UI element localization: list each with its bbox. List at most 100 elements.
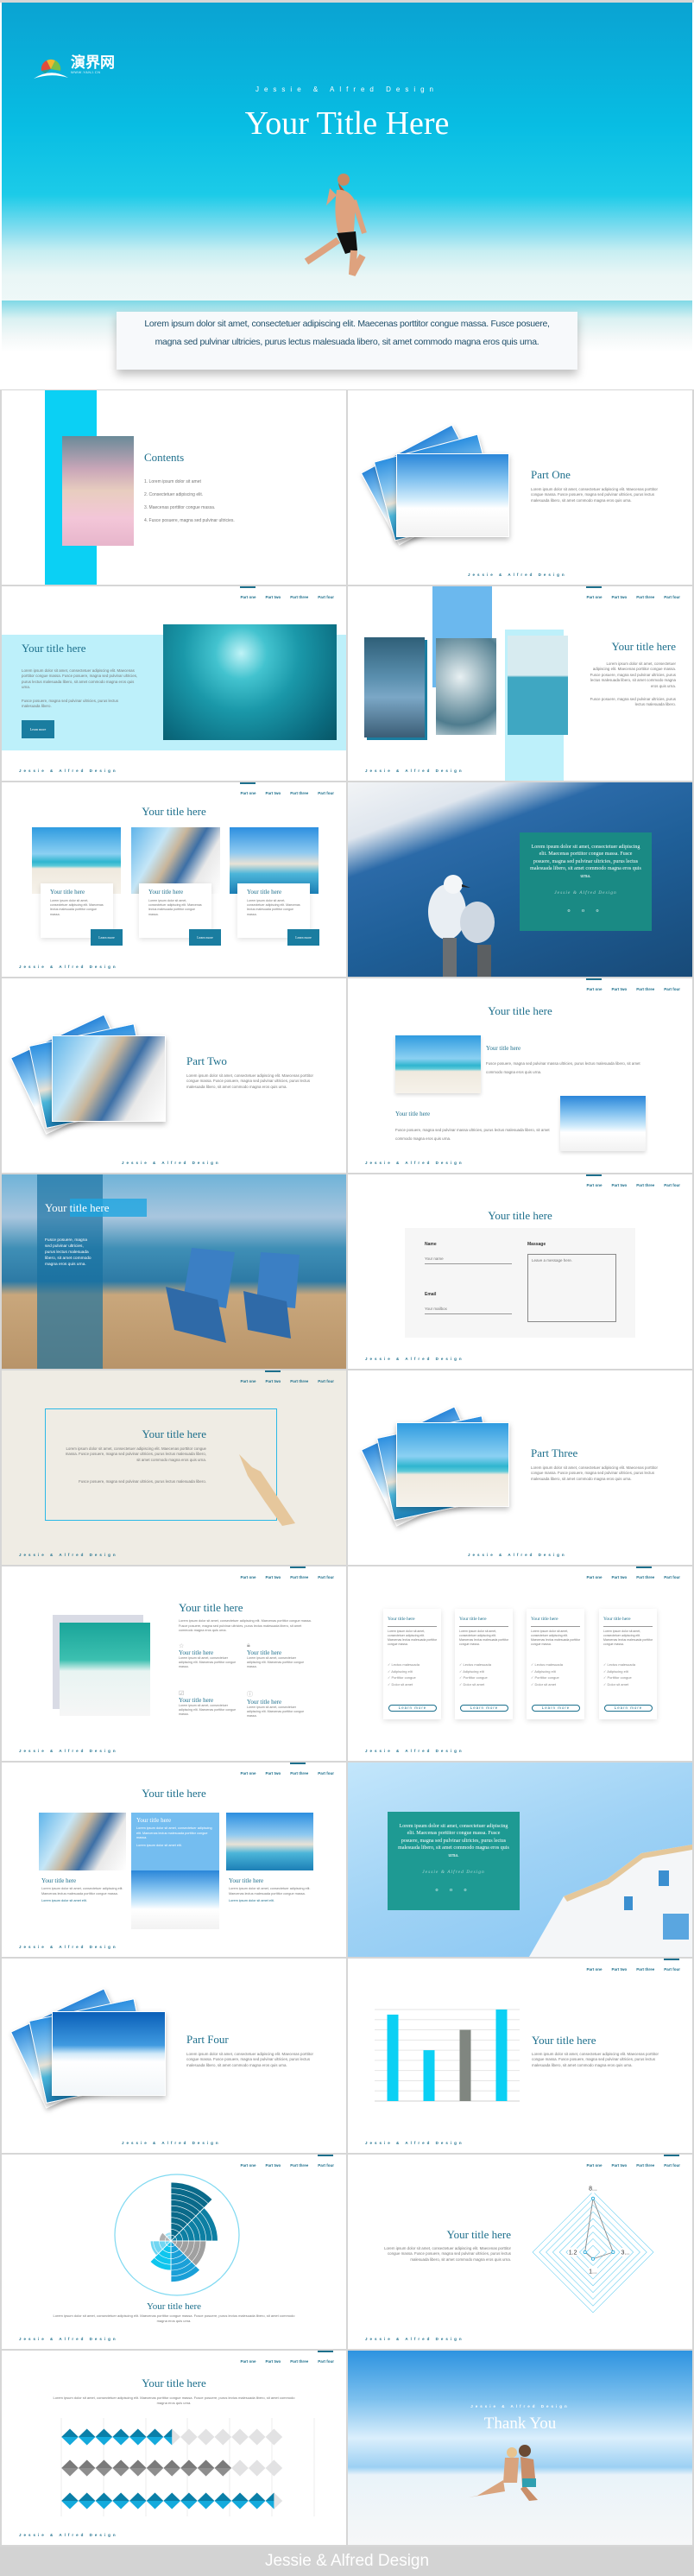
nav-part-three[interactable]: Part three (290, 1566, 308, 1579)
nav-part-one[interactable]: Part one (240, 1575, 256, 1579)
nav-part-two[interactable]: Part two (611, 987, 627, 991)
nav: Part one Part two Part three Part four (586, 586, 680, 599)
contents-item[interactable]: 1. Lorem ipsum dolor sit amet (144, 476, 235, 489)
nav-part-three[interactable]: Part three (636, 1566, 654, 1579)
slide-part-three[interactable]: Part Three Lorem ipsum dolor sit amet, c… (348, 1370, 692, 1565)
slide-seagull-quote[interactable]: Lorem ipsum dolor sit amet, consectetuer… (348, 782, 692, 977)
slide-part-one[interactable]: Part One Lorem ipsum dolor sit amet, con… (348, 390, 692, 585)
learn-more-button[interactable]: Learn more (388, 1705, 437, 1712)
card-link[interactable]: Lorem ipsum dolor sit amet elit. (136, 1844, 214, 1849)
nav-part-one[interactable]: Part one (586, 1575, 602, 1579)
nav-part-one[interactable]: Part one (240, 1379, 256, 1383)
nav-part-four[interactable]: Part four (664, 1183, 680, 1187)
column-text: Your title here Lorem ipsum dolor sit ame… (41, 1877, 123, 1904)
pagination-dots[interactable]: o o o (530, 908, 641, 915)
nav-part-three[interactable]: Part three (290, 1379, 308, 1383)
slide-three-columns[interactable]: Part one Part two Part three Part four Your… (2, 1763, 346, 1957)
slide-four-columns[interactable]: Part one Part two Part three Part four Your… (348, 1566, 692, 1761)
nav-part-two[interactable]: Part two (265, 1575, 281, 1579)
contents-item[interactable]: 4. Fusce posuere, magna sed pulvinar ult… (144, 515, 235, 528)
nav-part-three[interactable]: Part three (290, 595, 308, 599)
slide-part-four[interactable]: Part Four Lorem ipsum dolor sit amet, co… (2, 1959, 346, 2153)
nav-part-three[interactable]: Part three (636, 595, 654, 599)
slide-building-quote[interactable]: Lorem ipsum dolor sit amet, consectetuer… (348, 1763, 692, 1957)
nav-part-four[interactable]: Part four (318, 1379, 334, 1383)
card-title: Your title here (603, 1617, 631, 1622)
thank-you-title: Thank You (483, 2415, 557, 2433)
slide-bar-chart[interactable]: Part one Part two Part three Part four Your… (348, 1959, 692, 2153)
nav-part-one[interactable]: Part one (586, 586, 603, 599)
slide-two-features[interactable]: Part one Part two Part three Part four Your… (348, 978, 692, 1173)
diamond-top (112, 2428, 129, 2437)
nav-part-one[interactable]: Part one (586, 1174, 603, 1187)
feature-item: 🔒︎ Your title here Lorem ipsum sit amet, c… (247, 1642, 309, 1670)
nav-part-two[interactable]: Part two (611, 595, 627, 599)
nav-part-one[interactable]: Part one (240, 1771, 256, 1775)
learn-more-button[interactable]: Learn more (460, 1705, 508, 1712)
slide-three-cards[interactable]: Part one Part two Part three Part four Your… (2, 782, 346, 977)
brand: Jessie & Alfred Design (19, 1553, 118, 1557)
nav-part-three[interactable]: Part three (636, 987, 654, 991)
column-body: Lorem ipsum dolor sit amet, consectetuer… (41, 1887, 123, 1896)
diamond-top (180, 2459, 198, 2468)
nav-part-four[interactable]: Part four (664, 1575, 680, 1579)
slide-polar-chart[interactable]: Part one Part two Part three Part four Your… (2, 2155, 346, 2349)
nav-part-four[interactable]: Part four (318, 791, 334, 795)
nav-part-two[interactable]: Part two (265, 595, 281, 599)
learn-more-button[interactable]: Learn more (287, 929, 319, 946)
slide-beach-chairs[interactable]: Your title here Fusce posuere, magna sed… (2, 1174, 346, 1369)
filled-diamond (95, 2459, 113, 2477)
diamond-bottom (180, 2501, 198, 2510)
message-textarea[interactable] (527, 1254, 616, 1322)
check-item: ✓ Porttitor congue (388, 1675, 416, 1680)
learn-more-button[interactable]: Learn more (604, 1705, 653, 1712)
slide-framed-text[interactable]: Part one Part two Part three Part four Your… (2, 1370, 346, 1565)
part-description: Lorem ipsum dolor sit amet, consectetuer… (186, 2052, 313, 2067)
learn-more-button[interactable]: Learn more (532, 1705, 580, 1712)
contents-item[interactable]: 2. Consectetuer adipiscing elit. (144, 489, 235, 502)
diamond-bottom (129, 2468, 147, 2477)
nav-part-three[interactable]: Part three (290, 1763, 308, 1775)
seaplane-photo (226, 1813, 313, 1870)
slide-contact-form[interactable]: Part one Part two Part three Part four Your… (348, 1174, 692, 1369)
contents-item[interactable]: 3. Maecenas porttitor congue massa. (144, 502, 235, 515)
email-input[interactable] (425, 1304, 512, 1314)
pagination-dots[interactable]: o o o (398, 1887, 509, 1894)
nav-part-two[interactable]: Part two (611, 1575, 627, 1579)
check-list: ✓ Lectus malesuada ✓ Adipiscing elit ✓ Po… (459, 1661, 491, 1687)
slide-contents[interactable]: Contents 1. Lorem ipsum dolor sit amet 2… (2, 390, 346, 585)
nav-part-one[interactable]: Part one (586, 978, 603, 991)
slide-three-photos[interactable]: Part one Part two Part three Part four Your… (348, 586, 692, 781)
slide-pictogram-chart[interactable]: Part one Part two Part three Part four Your… (2, 2351, 346, 2545)
slide-radar-chart[interactable]: Part one Part two Part three Part four 8...… (348, 2155, 692, 2349)
name-input[interactable] (425, 1254, 512, 1264)
nav-part-four[interactable]: Part four (664, 987, 680, 991)
nav-part-two[interactable]: Part two (265, 1370, 281, 1383)
learn-more-button[interactable]: Learn more (22, 720, 54, 738)
column-link[interactable]: Lorem ipsum dolor sit amet elit. (229, 1899, 311, 1904)
check-item: ✓ Porttitor congue (459, 1675, 488, 1680)
diamond-top (180, 2492, 198, 2501)
nav-part-four[interactable]: Part four (664, 595, 680, 599)
nav-part-two[interactable]: Part two (265, 1771, 281, 1775)
nav-part-two[interactable]: Part two (265, 791, 281, 795)
nav-part-one[interactable]: Part one (240, 782, 256, 795)
nav-part-four[interactable]: Part four (318, 1771, 334, 1775)
slide-icon-features[interactable]: Part one Part two Part three Part four Your… (2, 1566, 346, 1761)
slide-part-two[interactable]: Part Two Lorem ipsum dolor sit amet, con… (2, 978, 346, 1173)
learn-more-button[interactable]: Learn more (91, 929, 123, 946)
nav-part-three[interactable]: Part three (636, 1183, 654, 1187)
slide-thank-you[interactable]: Jessie & Alfred Design Thank You (348, 2351, 692, 2545)
card-title: Your title here (388, 1617, 415, 1622)
nav-part-one[interactable]: Part one (240, 586, 256, 599)
slide-water-feature[interactable]: Part one Part two Part three Part four Your… (2, 586, 346, 781)
nav-part-four[interactable]: Part four (318, 595, 334, 599)
card-title: Your title here (459, 1617, 487, 1622)
learn-more-button[interactable]: Learn more (189, 929, 221, 946)
nav-part-three[interactable]: Part three (290, 791, 308, 795)
column-link[interactable]: Lorem ipsum dolor sit amet elit. (41, 1899, 123, 1904)
diamond-bottom (146, 2468, 164, 2477)
slide-title: Your title here (142, 1787, 206, 1800)
nav-part-four[interactable]: Part four (318, 1575, 334, 1579)
nav-part-two[interactable]: Part two (611, 1183, 627, 1187)
